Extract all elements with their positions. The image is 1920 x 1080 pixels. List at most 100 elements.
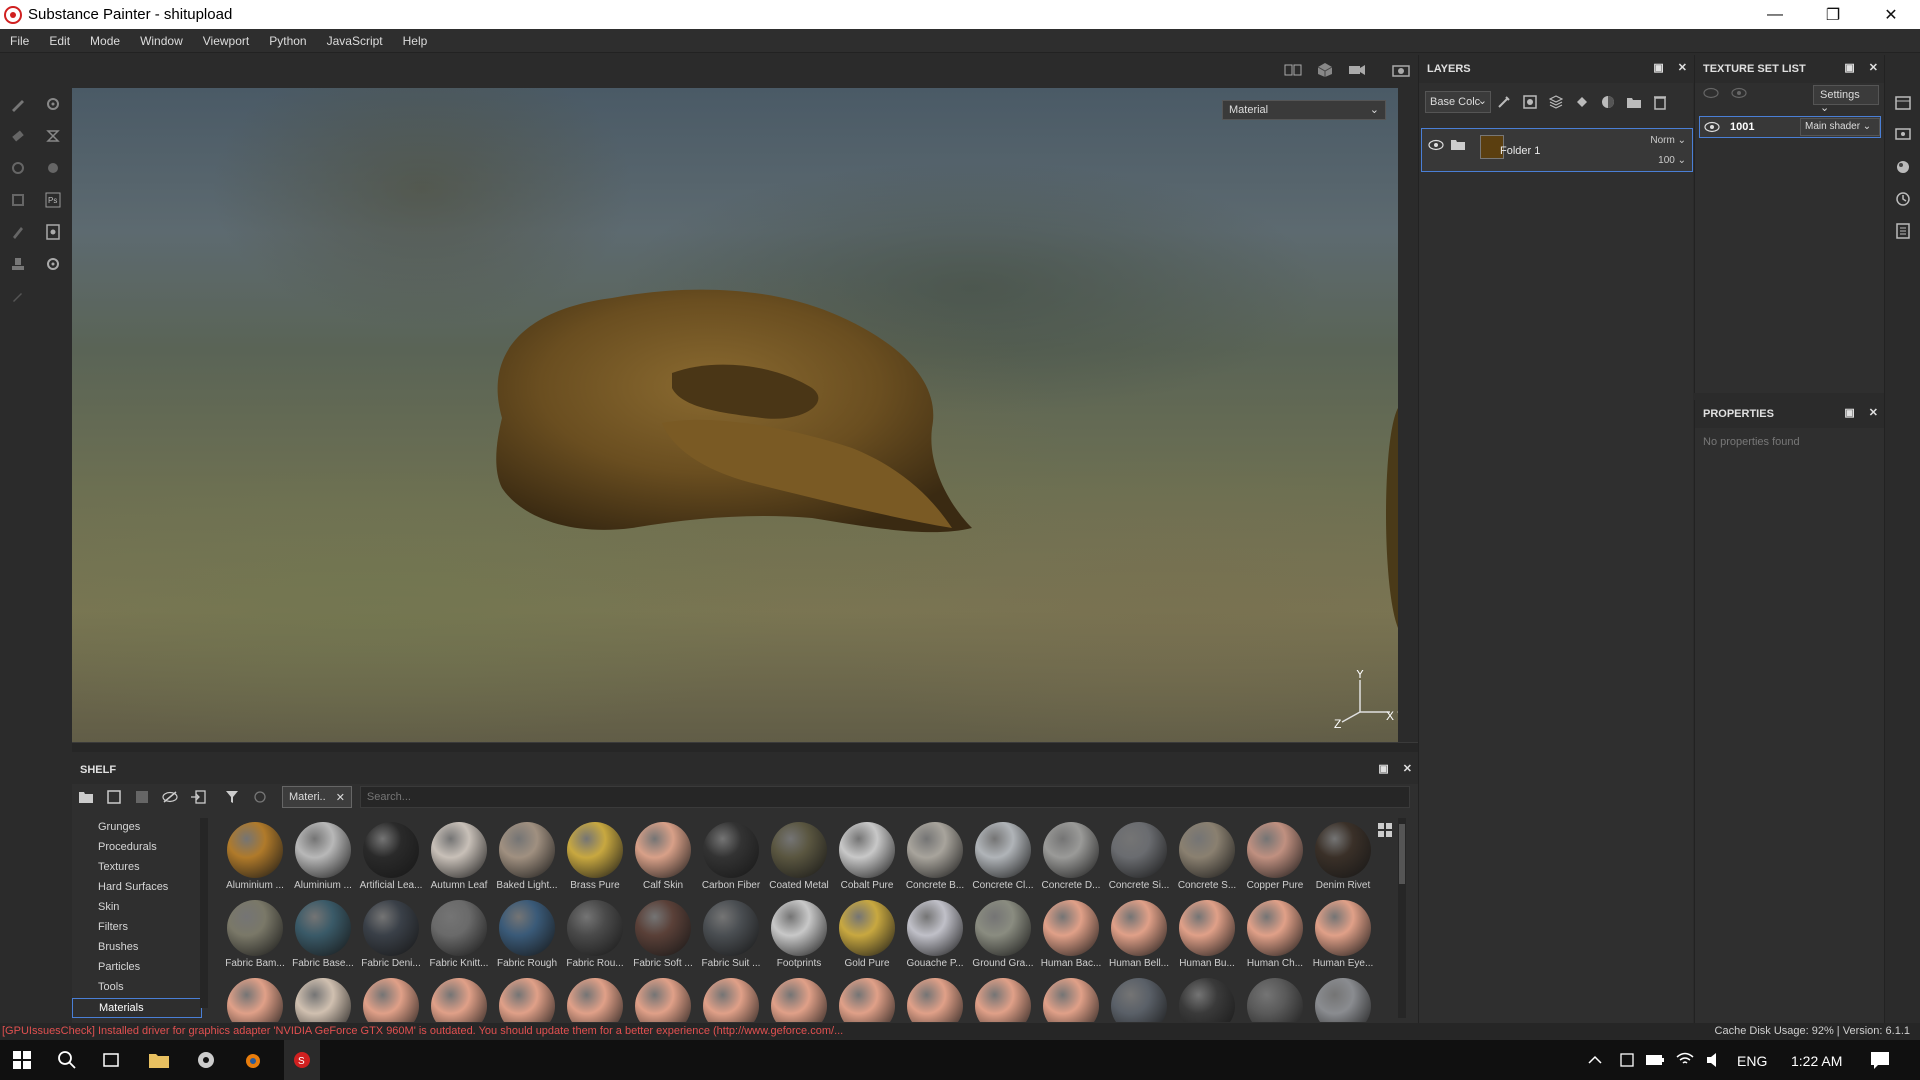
material-tile[interactable]: Human Eye... <box>1310 900 1376 978</box>
material-tile[interactable] <box>902 978 968 1022</box>
material-tile[interactable]: Autumn Leaf <box>426 822 492 900</box>
delete-layer-icon[interactable] <box>1647 91 1673 113</box>
search-icon[interactable] <box>55 1048 79 1072</box>
material-tile[interactable] <box>1174 978 1240 1022</box>
device-icon[interactable] <box>1615 1048 1639 1072</box>
material-tile[interactable]: Fabric Soft ... <box>630 900 696 978</box>
float-panel-icon[interactable]: ▣ <box>1378 762 1388 775</box>
material-tile[interactable] <box>222 978 288 1022</box>
material-tile[interactable] <box>970 978 1036 1022</box>
material-tile[interactable] <box>1106 978 1172 1022</box>
channel-dropdown[interactable]: Base Colc ⌄ <box>1425 91 1491 113</box>
category-grunges[interactable]: Grunges <box>72 818 202 838</box>
language-indicator[interactable]: ENG <box>1737 1053 1767 1069</box>
layer-row[interactable]: Folder 1 Norm ⌄ 100 ⌄ <box>1421 128 1693 172</box>
material-tile[interactable]: Fabric Bam... <box>222 900 288 978</box>
material-tile[interactable]: Fabric Base... <box>290 900 356 978</box>
3d-viewport[interactable] <box>72 88 1398 742</box>
history-icon[interactable] <box>1895 191 1911 210</box>
material-tile[interactable]: Human Bac... <box>1038 900 1104 978</box>
material-tile[interactable]: Gold Pure <box>834 900 900 978</box>
add-fill-layer-icon[interactable] <box>1569 91 1595 113</box>
material-tile[interactable]: Fabric Suit ... <box>698 900 764 978</box>
material-tile[interactable]: Brass Pure <box>562 822 628 900</box>
material-tile[interactable]: Fabric Deni... <box>358 900 424 978</box>
task-view-icon[interactable] <box>99 1048 123 1072</box>
eraser-icon[interactable] <box>7 125 29 147</box>
material-tile[interactable] <box>1242 978 1308 1022</box>
menu-javascript[interactable]: JavaScript <box>317 34 393 48</box>
log-icon[interactable] <box>1895 223 1911 242</box>
category-materials[interactable]: Materials <box>72 998 202 1018</box>
material-tile[interactable]: Copper Pure <box>1242 822 1308 900</box>
notifications-icon[interactable] <box>1868 1048 1892 1072</box>
color-picker-icon[interactable] <box>7 285 29 307</box>
hide-resource-icon[interactable] <box>156 785 184 809</box>
close-panel-icon[interactable]: ✕ <box>1678 61 1687 74</box>
shader-dropdown[interactable]: Main shader ⌄ <box>1800 118 1880 136</box>
hide-all-icon[interactable] <box>1703 87 1719 102</box>
close-panel-icon[interactable]: ✕ <box>1869 406 1878 419</box>
folder-icon[interactable] <box>72 785 100 809</box>
paint-brush-icon[interactable] <box>7 93 29 115</box>
display-settings-icon[interactable] <box>1895 127 1911 146</box>
material-tile[interactable] <box>494 978 560 1022</box>
opacity-dropdown[interactable]: 100 ⌄ <box>1658 155 1686 166</box>
material-tile[interactable] <box>426 978 492 1022</box>
photoshop-export-icon[interactable]: Ps <box>42 189 64 211</box>
material-tile[interactable]: Cobalt Pure <box>834 822 900 900</box>
menu-edit[interactable]: Edit <box>39 34 80 48</box>
material-tile[interactable]: Fabric Rou... <box>562 900 628 978</box>
add-folder-icon[interactable] <box>1621 91 1647 113</box>
material-tile[interactable]: Artificial Lea... <box>358 822 424 900</box>
material-tile[interactable]: Human Ch... <box>1242 900 1308 978</box>
material-tile[interactable]: Fabric Knitt... <box>426 900 492 978</box>
viewport-display-dropdown[interactable]: Material ⌄ <box>1222 100 1386 120</box>
close-panel-icon[interactable]: ✕ <box>1403 762 1412 775</box>
material-tile[interactable]: Concrete B... <box>902 822 968 900</box>
close-panel-icon[interactable]: ✕ <box>1869 61 1878 74</box>
material-tile[interactable] <box>630 978 696 1022</box>
menu-mode[interactable]: Mode <box>80 34 130 48</box>
filter-icon[interactable] <box>218 785 246 809</box>
material-tile[interactable]: Aluminium ... <box>222 822 288 900</box>
material-tile[interactable]: Concrete Si... <box>1106 822 1172 900</box>
bake-icon[interactable] <box>42 125 64 147</box>
float-panel-icon[interactable]: ▣ <box>1844 406 1854 419</box>
screenshot-camera-icon[interactable] <box>1390 61 1412 79</box>
menu-python[interactable]: Python <box>259 34 316 48</box>
category-filters[interactable]: Filters <box>72 918 202 938</box>
add-mask-icon[interactable] <box>1517 91 1543 113</box>
show-hidden-icons-icon[interactable] <box>1583 1048 1607 1072</box>
menu-viewport[interactable]: Viewport <box>193 34 259 48</box>
material-tile[interactable]: Carbon Fiber <box>698 822 764 900</box>
float-panel-icon[interactable]: ▣ <box>1653 61 1663 74</box>
gpu-warning-text[interactable]: [GPUIssuesCheck] Installed driver for gr… <box>2 1025 843 1037</box>
menu-help[interactable]: Help <box>393 34 438 48</box>
refresh-icon[interactable] <box>246 785 274 809</box>
blender-icon[interactable] <box>240 1048 264 1072</box>
category-textures[interactable]: Textures <box>72 858 202 878</box>
material-tile[interactable]: Coated Metal <box>766 822 832 900</box>
grid-view-icon[interactable] <box>1377 822 1395 840</box>
material-tile[interactable]: Footprints <box>766 900 832 978</box>
material-tile[interactable]: Human Bell... <box>1106 900 1172 978</box>
material-tile[interactable]: Calf Skin <box>630 822 696 900</box>
clock[interactable]: 1:22 AM <box>1791 1053 1842 1069</box>
category-tools[interactable]: Tools <box>72 978 202 998</box>
material-tile[interactable]: Human Bu... <box>1174 900 1240 978</box>
material-tile[interactable]: Aluminium ... <box>290 822 356 900</box>
clone-stamp-icon[interactable] <box>7 253 29 275</box>
material-tile[interactable]: Denim Rivet <box>1310 822 1376 900</box>
categories-scrollbar[interactable] <box>200 818 208 1008</box>
viewport-resize-handle[interactable] <box>72 742 1418 752</box>
material-tile[interactable] <box>290 978 356 1022</box>
material-tile[interactable]: Gouache P... <box>902 900 968 978</box>
add-smart-material-icon[interactable] <box>1595 91 1621 113</box>
filter-tag[interactable]: Materi.. ✕ <box>282 786 352 808</box>
restore-button[interactable]: ❐ <box>1804 0 1862 29</box>
substance-painter-taskbar-icon[interactable]: S <box>284 1040 320 1080</box>
windows-start-icon[interactable] <box>10 1048 34 1072</box>
material-tile[interactable] <box>1038 978 1104 1022</box>
material-grid-scrollbar[interactable] <box>1398 818 1406 1018</box>
